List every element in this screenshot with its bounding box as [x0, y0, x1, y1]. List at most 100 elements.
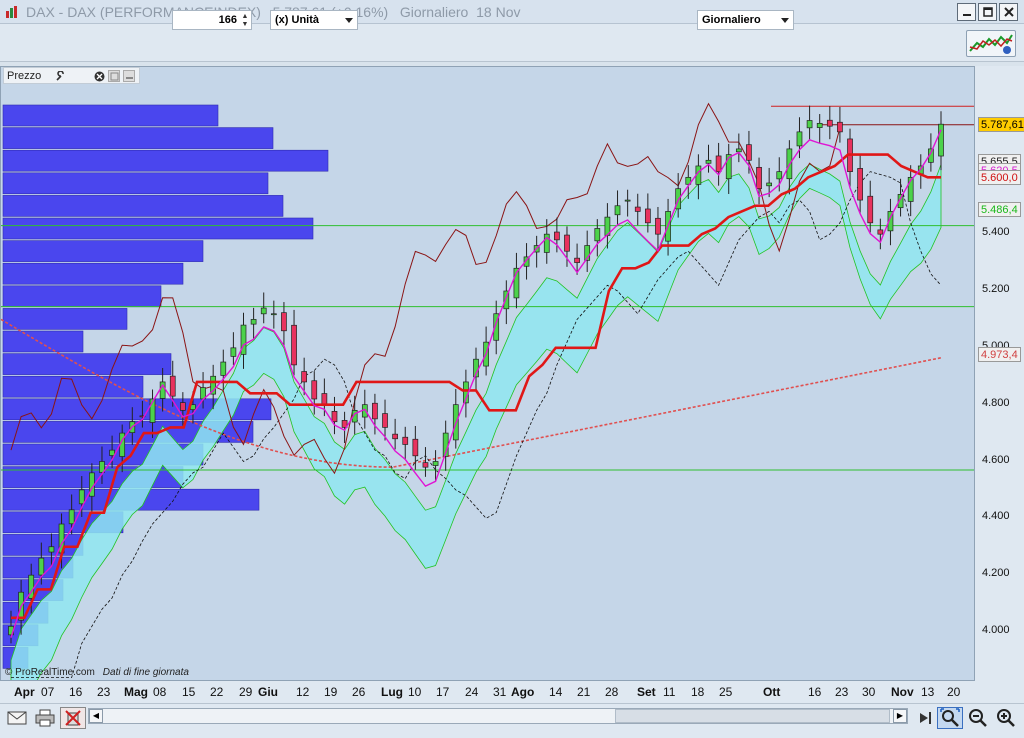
window-title-date: 18 Nov — [476, 4, 521, 20]
date-tick-label: 23 — [835, 685, 849, 699]
date-tick-label: 12 — [296, 685, 310, 699]
candle-body — [857, 168, 863, 201]
candle-body — [766, 182, 773, 187]
maximize-panel-icon[interactable] — [108, 70, 120, 82]
date-tick-label: Ott — [763, 685, 781, 699]
zoom-in-icon — [997, 709, 1015, 727]
candle-body — [179, 402, 186, 411]
candle-body — [422, 462, 429, 468]
indicators-button[interactable] — [966, 30, 1016, 57]
copyright-note: © ProRealTime.com Dati di fine giornata — [5, 667, 189, 678]
candle-body — [867, 195, 874, 224]
volume-profile-bar — [2, 353, 172, 375]
delete-button[interactable] — [60, 707, 86, 729]
candle-body — [38, 557, 45, 576]
delete-icon — [65, 710, 81, 726]
units-dropdown[interactable]: (x) Unità — [270, 10, 358, 30]
candle-body — [321, 393, 328, 406]
candle-body — [735, 148, 742, 153]
candle-body — [230, 347, 237, 357]
scroll-right-icon[interactable]: ▶ — [893, 709, 907, 723]
date-tick-label: 18 — [691, 685, 705, 699]
chart-toolbar — [0, 24, 1024, 62]
date-tick-label: 29 — [239, 685, 253, 699]
volume-profile-bar — [2, 308, 128, 330]
price-tick-label: 4.200 — [982, 567, 1010, 580]
chart-panel-label: Prezzo — [7, 70, 42, 82]
spin-down-icon[interactable]: ▼ — [239, 20, 251, 29]
date-tick-label: 22 — [210, 685, 224, 699]
date-tick-label: 16 — [808, 685, 822, 699]
close-button[interactable] — [999, 3, 1018, 21]
price-tick-label: 4.000 — [982, 624, 1010, 636]
candle-body — [806, 120, 813, 129]
candle-body — [68, 509, 75, 525]
next-bar-icon — [920, 712, 931, 724]
volume-profile-bar — [2, 330, 84, 353]
candle-body — [78, 489, 85, 505]
chart-panel-header: Prezzo — [3, 67, 140, 84]
scroll-left-icon[interactable]: ◀ — [89, 709, 103, 723]
window-title-period: Giornaliero — [399, 4, 469, 20]
price-value-label: 5.787,61 — [978, 117, 1024, 132]
close-panel-icon[interactable] — [93, 70, 105, 82]
date-tick-label: 07 — [41, 685, 55, 699]
timeframe-dropdown[interactable]: Giornaliero — [697, 10, 794, 30]
date-tick-label: 10 — [408, 685, 422, 699]
units-dropdown-value: (x) Unità — [275, 14, 319, 26]
zoom-out-button[interactable] — [965, 707, 991, 729]
minimize-icon — [962, 14, 971, 16]
fit-button[interactable] — [937, 707, 963, 729]
chart-canvas[interactable] — [1, 67, 974, 680]
price-value-label: 4.973,4 — [978, 347, 1021, 362]
candle-body — [412, 438, 419, 457]
volume-profile-bar — [2, 534, 84, 556]
minimize-button[interactable] — [957, 3, 976, 21]
volume-profile-bar — [2, 127, 274, 149]
volume-profile-bar — [2, 262, 184, 285]
candle-body — [270, 313, 277, 316]
scrollbar-thumb[interactable] — [615, 709, 890, 723]
candle-body — [705, 159, 712, 164]
close-icon — [1003, 7, 1014, 17]
chart-app-icon — [5, 5, 19, 19]
title-bar: DAX - DAX (PERFORMANCEINDEX) 5.787,61 (+… — [0, 0, 1024, 24]
candle-body — [594, 228, 601, 242]
next-bar-button[interactable] — [912, 707, 938, 729]
date-tick-label: 26 — [352, 685, 366, 699]
candle-body — [311, 380, 318, 400]
candle-body — [402, 436, 409, 445]
candle-body — [938, 123, 944, 157]
candle-body — [554, 231, 560, 241]
mail-button[interactable] — [4, 707, 30, 729]
price-chart[interactable] — [0, 66, 975, 681]
wrench-icon[interactable] — [54, 70, 66, 82]
date-tick-label: 19 — [324, 685, 338, 699]
zoom-out-icon — [969, 709, 987, 727]
date-tick-label: Giu — [258, 685, 278, 699]
date-tick-label: 14 — [549, 685, 563, 699]
volume-profile-bar — [2, 240, 204, 262]
date-tick-label: 21 — [577, 685, 591, 699]
candle-body — [301, 371, 308, 383]
date-tick-label: 13 — [921, 685, 935, 699]
maximize-button[interactable] — [978, 3, 997, 21]
units-count-input[interactable]: 166 ▲ ▼ — [172, 10, 252, 30]
candle-body — [574, 257, 580, 263]
print-button[interactable] — [32, 707, 58, 729]
volume-profile-bar — [2, 149, 329, 172]
price-tick-label: 4.400 — [982, 510, 1010, 523]
minimize-panel-icon[interactable] — [123, 70, 135, 82]
candle-body — [372, 402, 378, 420]
date-tick-label: Nov — [891, 685, 914, 699]
units-count-value: 166 — [218, 14, 237, 26]
zoom-in-button[interactable] — [993, 707, 1019, 729]
volume-profile-bar — [2, 104, 219, 127]
date-tick-label: 25 — [719, 685, 733, 699]
candle-body — [432, 461, 439, 466]
candle-body — [837, 121, 843, 133]
mail-icon — [7, 711, 27, 725]
candle-body — [614, 205, 621, 216]
candle-body — [331, 411, 338, 423]
candle-body — [48, 546, 55, 553]
